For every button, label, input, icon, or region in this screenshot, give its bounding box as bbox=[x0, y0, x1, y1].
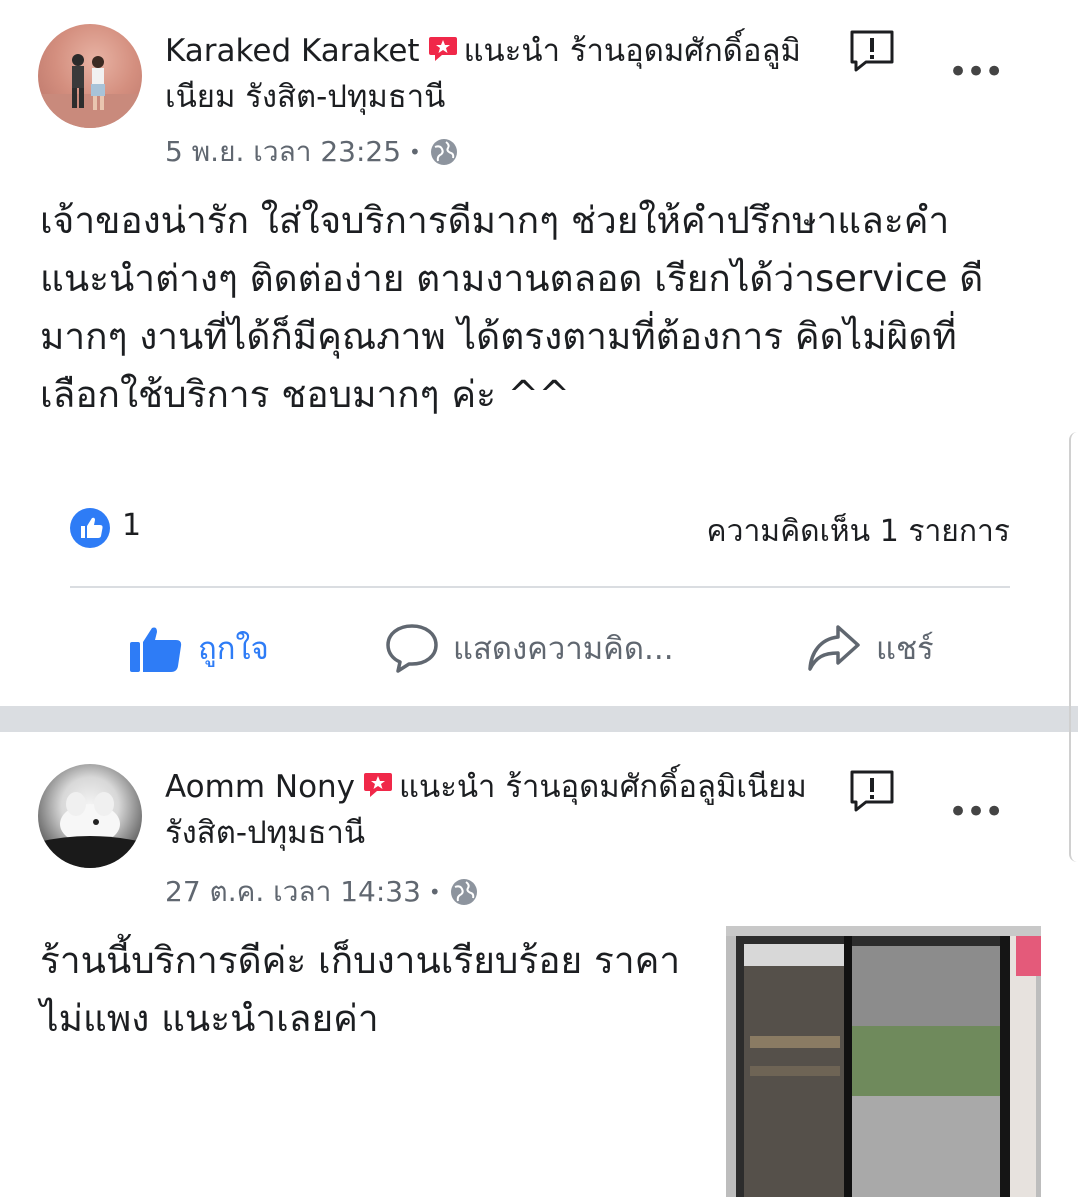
post-meta: 27 ต.ค. เวลา 14:33 • bbox=[165, 870, 479, 914]
comment-count[interactable]: ความคิดเห็น 1 รายการ bbox=[707, 508, 1010, 555]
more-icon[interactable]: ••• bbox=[948, 795, 1004, 829]
separator-dot: • bbox=[409, 140, 421, 164]
recommend-badge-icon bbox=[364, 773, 393, 797]
avatar[interactable] bbox=[38, 764, 142, 868]
comment-icon bbox=[386, 624, 438, 673]
recommend-label: แนะนำ bbox=[399, 769, 496, 805]
author-name[interactable]: Aomm Nony bbox=[165, 769, 355, 805]
post-photo[interactable] bbox=[726, 926, 1041, 1197]
recommend-badge-icon bbox=[428, 37, 457, 61]
avatar[interactable] bbox=[38, 24, 142, 128]
globe-icon bbox=[430, 139, 457, 165]
post-date[interactable]: 5 พ.ย. เวลา 23:25 bbox=[165, 130, 401, 174]
share-label: แชร์ bbox=[876, 631, 934, 667]
like-icon bbox=[130, 627, 182, 672]
like-label: ถูกใจ bbox=[198, 631, 269, 667]
review-post: Karaked Karaket แนะนำ ร้านอุดมศักดิ์อลูมิ… bbox=[0, 0, 1078, 706]
comment-button[interactable]: แสดงความคิด... bbox=[385, 618, 674, 678]
author-name[interactable]: Karaked Karaket bbox=[165, 33, 420, 69]
separator-dot: • bbox=[428, 880, 441, 904]
like-button[interactable]: ถูกใจ bbox=[128, 618, 269, 678]
recommend-label: แนะนำ bbox=[463, 33, 560, 69]
divider-line bbox=[70, 586, 1010, 588]
like-reaction-icon[interactable] bbox=[70, 508, 110, 548]
post-header: Aomm Nony แนะนำ ร้านอุดมศักดิ์อลูมิเนียม … bbox=[165, 764, 835, 856]
post-text: ร้านนี้บริการดีค่ะ เก็บงานเรียบร้อย ราคา… bbox=[40, 939, 681, 1040]
share-icon bbox=[808, 625, 860, 671]
like-count[interactable]: 1 bbox=[122, 508, 141, 543]
post-separator bbox=[0, 706, 1078, 732]
post-text: เจ้าของน่ารัก ใส่ใจบริการดีมากๆ ช่วยให้ค… bbox=[40, 199, 984, 416]
globe-icon bbox=[450, 879, 477, 905]
reactions-bar: 1 ความคิดเห็น 1 รายการ bbox=[70, 506, 1010, 550]
review-post: Aomm Nony แนะนำ ร้านอุดมศักดิ์อลูมิเนียม … bbox=[0, 732, 1078, 1197]
more-icon[interactable]: ••• bbox=[948, 55, 1004, 89]
post-date[interactable]: 27 ต.ค. เวลา 14:33 bbox=[165, 870, 421, 914]
post-header: Karaked Karaket แนะนำ ร้านอุดมศักดิ์อลูมิ… bbox=[165, 28, 835, 120]
scrollbar[interactable] bbox=[1069, 432, 1078, 862]
report-icon[interactable] bbox=[848, 768, 896, 814]
post-meta: 5 พ.ย. เวลา 23:25 • bbox=[165, 130, 459, 174]
report-icon[interactable] bbox=[848, 28, 896, 74]
share-button[interactable]: แชร์ bbox=[806, 618, 934, 678]
comment-label: แสดงความคิด... bbox=[453, 631, 674, 667]
